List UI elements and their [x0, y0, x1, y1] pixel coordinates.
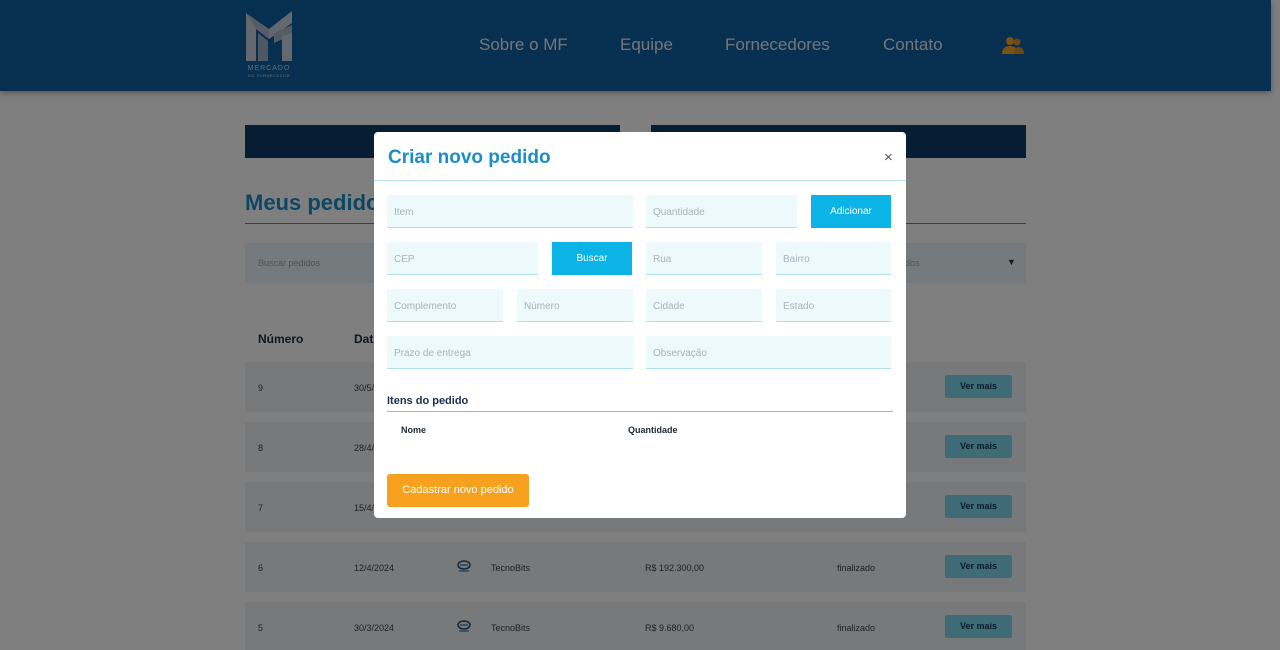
numero-placeholder: Número: [524, 301, 560, 312]
complemento-input[interactable]: Complemento: [387, 289, 503, 322]
items-column-nome: Nome: [401, 425, 427, 435]
cadastrar-pedido-button[interactable]: Cadastrar novo pedido: [387, 474, 529, 507]
numero-input[interactable]: Número: [517, 289, 633, 322]
cep-placeholder: CEP: [394, 254, 415, 265]
modal-header-divider: [374, 180, 906, 181]
adicionar-button[interactable]: Adicionar: [811, 195, 891, 228]
cep-input[interactable]: CEP: [387, 242, 538, 275]
quantidade-input[interactable]: Quantidade: [646, 195, 797, 228]
cidade-input[interactable]: Cidade: [646, 289, 762, 322]
item-placeholder: Item: [394, 207, 414, 218]
estado-placeholder: Estado: [783, 301, 815, 312]
observacao-input[interactable]: Observação: [646, 336, 891, 369]
prazo-entrega-input[interactable]: Prazo de entrega: [387, 336, 633, 369]
bairro-input[interactable]: Bairro: [776, 242, 891, 275]
quantidade-placeholder: Quantidade: [653, 207, 705, 218]
cidade-placeholder: Cidade: [653, 301, 685, 312]
buscar-cep-button[interactable]: Buscar: [552, 242, 632, 275]
complemento-placeholder: Complemento: [394, 301, 457, 312]
observacao-placeholder: Observação: [653, 348, 707, 359]
estado-input[interactable]: Estado: [776, 289, 891, 322]
items-section-title: Itens do pedido: [387, 395, 469, 407]
items-column-quantidade: Quantidade: [628, 425, 678, 435]
rua-placeholder: Rua: [653, 254, 672, 265]
modal-title: Criar novo pedido: [388, 147, 551, 168]
bairro-placeholder: Bairro: [783, 254, 810, 265]
rua-input[interactable]: Rua: [646, 242, 762, 275]
item-input[interactable]: Item: [387, 195, 633, 228]
items-divider: [387, 411, 893, 412]
prazo-placeholder: Prazo de entrega: [394, 348, 471, 359]
create-order-modal: Criar novo pedido × Item Quantidade Adic…: [374, 132, 906, 518]
close-icon[interactable]: ×: [884, 150, 893, 165]
